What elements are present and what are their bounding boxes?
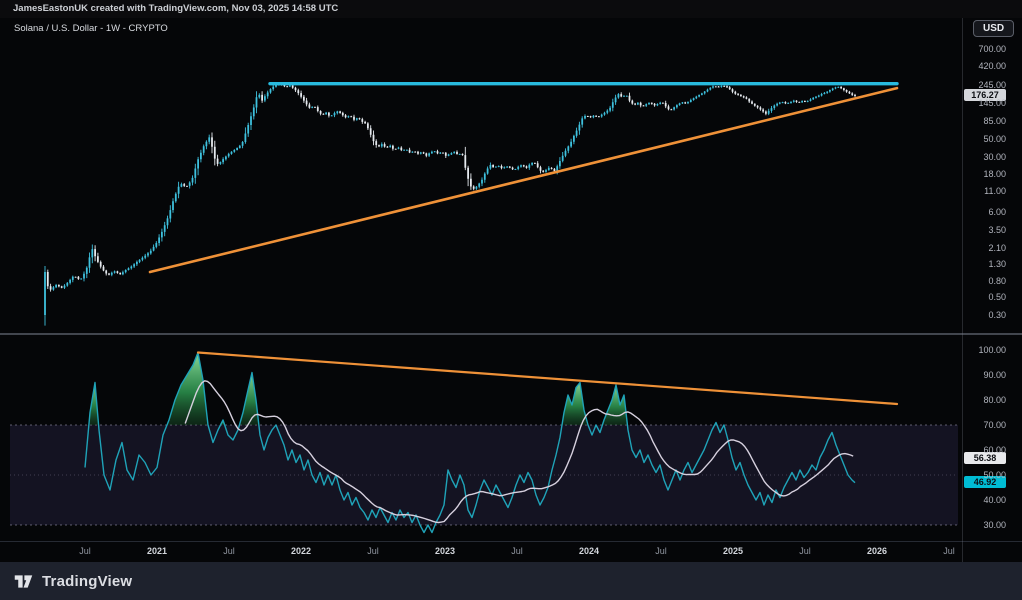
axis-label: 420.00 [962,61,1006,71]
tradingview-logo-icon[interactable] [13,571,34,592]
axis-label: 40.00 [962,495,1006,505]
axis-label: 245.00 [962,80,1006,90]
axis-label: 145.00 [962,98,1006,108]
time-tick-label: Jul [511,541,523,562]
axis-label: 0.30 [962,310,1006,320]
axis-label: 70.00 [962,420,1006,430]
footer-bar: TradingView [0,562,1022,600]
axis-label: 18.00 [962,169,1006,179]
axis-label: 50.00 [962,470,1006,480]
axis-label: 2.10 [962,243,1006,253]
time-tick-label: 2026 [867,541,887,562]
axis-label: 30.00 [962,520,1006,530]
axis-label: 50.00 [962,134,1006,144]
currency-toggle-button[interactable]: USD [973,20,1014,37]
axis-label: 100.00 [962,345,1006,355]
axis-label: 11.00 [962,186,1006,196]
chart-canvas[interactable] [0,0,1022,600]
time-axis[interactable]: Jul 2021 Jul 2022 Jul 2023 Jul 2024 Jul 2025 Jul 20… [0,541,962,562]
time-tick-label: 2022 [291,541,311,562]
time-tick-label: Jul [367,541,379,562]
axis-label: 6.00 [962,207,1006,217]
axis-label: 85.00 [962,116,1006,126]
time-tick-label: Jul [799,541,811,562]
published-chart-page: JamesEastonUK created with TradingView.c… [0,0,1022,600]
axis-label: 700.00 [962,44,1006,54]
axis-label: 80.00 [962,395,1006,405]
chart-title: Solana / U.S. Dollar - 1W - CRYPTO [14,23,168,34]
time-tick-label: Jul [943,541,955,562]
time-tick-label: 2025 [723,541,743,562]
tradingview-brand[interactable]: TradingView [42,573,132,590]
time-tick-label: Jul [655,541,667,562]
axis-label: 0.80 [962,276,1006,286]
time-tick-label: 2024 [579,541,599,562]
right-axis[interactable]: USD 176.27 56.38 46.92 700.00420.00245.0… [962,18,1022,562]
time-tick-label: Jul [223,541,235,562]
axis-label: 3.50 [962,225,1006,235]
axis-label: 0.50 [962,292,1006,302]
time-tick-label: Jul [79,541,91,562]
axis-label: 90.00 [962,370,1006,380]
time-tick-label: 2021 [147,541,167,562]
axis-label: 1.30 [962,259,1006,269]
axis-label: 60.00 [962,445,1006,455]
axis-label: 30.00 [962,152,1006,162]
time-tick-label: 2023 [435,541,455,562]
